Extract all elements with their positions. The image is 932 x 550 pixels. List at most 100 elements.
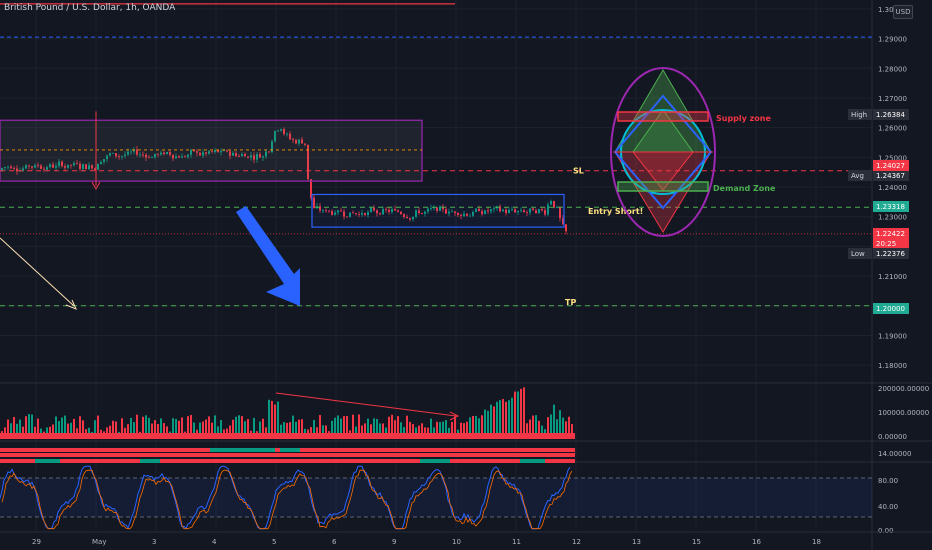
volume-bar xyxy=(346,415,348,436)
time-tick-label: 11 xyxy=(512,538,521,546)
indicator2-green xyxy=(420,459,450,463)
volume-bar xyxy=(28,414,30,436)
time-tick-label: 13 xyxy=(632,538,641,546)
volume-bar xyxy=(484,409,486,436)
volume-tick-label: 200000.00000 xyxy=(878,385,929,393)
volume-bar xyxy=(31,414,33,436)
volume-bar xyxy=(277,401,279,436)
price-tag-value: 1.24367 xyxy=(876,172,905,180)
chart-title: British Pound / U.S. Dollar, 1h, OANDA xyxy=(4,3,176,13)
time-tick-label: 18 xyxy=(812,538,821,546)
volume-bar xyxy=(532,415,534,436)
currency-button[interactable]: USD xyxy=(893,5,913,19)
supply-zone-rect xyxy=(617,111,709,122)
demand-zone-label: Demand Zone xyxy=(713,184,776,193)
volume-bar xyxy=(481,415,483,436)
indicator2-green xyxy=(140,459,160,463)
volume-bar xyxy=(514,391,516,436)
volume-bar xyxy=(271,400,273,436)
chart-background xyxy=(0,0,932,550)
time-tick-label: May xyxy=(92,538,106,546)
volume-bar xyxy=(292,415,294,436)
volume-bar xyxy=(64,415,66,436)
time-tick-label: 9 xyxy=(392,538,396,546)
volume-bar xyxy=(391,414,393,436)
volume-bar xyxy=(406,415,408,436)
price-tag-value: 1.20000 xyxy=(876,305,905,313)
price-tick-label: 1.24000 xyxy=(878,184,907,192)
time-tick-label: 16 xyxy=(752,538,761,546)
volume-bar xyxy=(487,410,489,436)
volume-bar xyxy=(511,397,513,436)
time-tick-label: 29 xyxy=(32,538,41,546)
oscillator-tick-label: 80.00 xyxy=(878,477,898,485)
volume-bar xyxy=(268,399,270,436)
indicator2-green xyxy=(35,459,60,463)
volume-bar xyxy=(550,414,552,436)
volume-bar xyxy=(559,410,561,436)
price-tick-label: 1.28000 xyxy=(878,65,907,73)
price-tick-label: 1.27000 xyxy=(878,95,907,103)
oscillator-band xyxy=(0,478,872,517)
volume-bar xyxy=(502,398,504,436)
upper-range-box xyxy=(0,119,423,182)
sl-label: SL xyxy=(573,167,584,176)
volume-bar xyxy=(214,415,216,436)
price-tag-value: 1.24027 xyxy=(876,162,905,170)
price-tick-label: 1.18000 xyxy=(878,362,907,370)
price-tick-label: 1.29000 xyxy=(878,36,907,44)
volume-tick-label: 0.00000 xyxy=(878,433,907,441)
price-tag-countdown: 20:25 xyxy=(876,240,896,248)
price-tag-value: 1.23318 xyxy=(876,203,905,211)
volume-bar xyxy=(475,415,477,436)
volume-bar xyxy=(97,415,99,436)
indicator2-band xyxy=(0,459,575,463)
volume-bar xyxy=(535,415,537,436)
volume-bar xyxy=(493,406,495,436)
lower-range-box xyxy=(311,193,565,228)
price-tick-label: 1.26000 xyxy=(878,125,907,133)
indicator2-green xyxy=(280,448,300,452)
oscillator-tick-label: 40.00 xyxy=(878,503,898,511)
volume-bar xyxy=(553,404,555,436)
volume-bar xyxy=(337,415,339,436)
price-tick-label: 1.21000 xyxy=(878,273,907,281)
price-tick-label: 1.19000 xyxy=(878,332,907,340)
tp-label: TP xyxy=(565,298,576,307)
price-tag-value: 1.26384 xyxy=(876,111,905,119)
volume-bar xyxy=(319,415,321,436)
volume-bar xyxy=(358,414,360,436)
volume-bar xyxy=(136,414,138,436)
volume-bar xyxy=(496,401,498,436)
volume-bar xyxy=(352,414,354,436)
volume-bar xyxy=(274,404,276,436)
trading-chart[interactable]: 1.300001.290001.280001.270001.260001.250… xyxy=(0,0,932,550)
entry-label: Entry Short! xyxy=(588,207,643,216)
price-tag-value: 1.22422 xyxy=(876,230,905,238)
supply-zone-label: Supply zone xyxy=(716,114,772,123)
indicator2-green xyxy=(210,448,275,452)
price-tag-label: Avg xyxy=(851,172,864,180)
indicator2-band xyxy=(0,453,575,457)
demand-zone-rect xyxy=(617,181,709,192)
volume-bar xyxy=(238,415,240,436)
volume-bar xyxy=(472,415,474,436)
volume-bar xyxy=(190,414,192,436)
time-tick-label: 4 xyxy=(212,538,217,546)
indicator2-green xyxy=(520,459,545,463)
volume-red-band xyxy=(0,433,575,439)
volume-bar xyxy=(145,415,147,436)
time-tick-label: 10 xyxy=(452,538,461,546)
volume-bar xyxy=(508,400,510,436)
volume-bar xyxy=(490,404,492,436)
supply-demand-pattern xyxy=(610,67,716,237)
time-tick-label: 12 xyxy=(572,538,581,546)
volume-tick-label: 100000.00000 xyxy=(878,409,929,417)
time-tick-label: 6 xyxy=(332,538,337,546)
price-tag-label: Low xyxy=(851,250,865,258)
oscillator-tick-label: 0.00 xyxy=(878,527,894,535)
volume-bar xyxy=(523,387,525,436)
price-tick-label: 1.23000 xyxy=(878,214,907,222)
price-tag-value: 1.22376 xyxy=(876,250,905,258)
price-tag-label: High xyxy=(851,111,867,119)
